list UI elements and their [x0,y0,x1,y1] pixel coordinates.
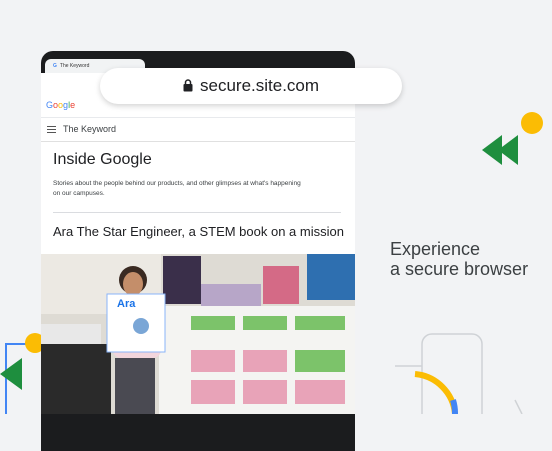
section-title: Inside Google [53,151,152,168]
site-header: The Keyword [41,118,355,142]
site-title[interactable]: The Keyword [63,124,116,134]
article-title[interactable]: Ara The Star Engineer, a STEM book on a … [53,224,344,239]
divider [53,212,341,213]
lock-icon [183,79,193,92]
decor-green-arrows-right [482,135,518,165]
decor-yellow-dot-top [521,112,543,134]
google-logo[interactable]: Google [46,100,75,110]
decor-green-arrows-left [0,358,22,390]
favicon-icon: G [53,63,57,69]
article-photo[interactable]: Ara [41,254,355,414]
section-description: Stories about the people behind our prod… [53,180,301,197]
url-text: secure.site.com [200,76,320,95]
photo-illustration [41,254,355,414]
browser-viewport: Google The Keyword Inside Google Stories… [41,73,355,414]
promo-line-2: a secure browser [390,259,529,279]
menu-icon[interactable] [47,126,56,133]
promo-tagline: Experience a secure browser [390,239,528,279]
promo-line-1: Experience [390,239,481,259]
tab-title: The Keyword [59,63,90,69]
book-cover-title: Ara [117,298,136,310]
decor-phone-outline [395,333,523,414]
address-bar[interactable]: secure.site.com [100,68,402,104]
